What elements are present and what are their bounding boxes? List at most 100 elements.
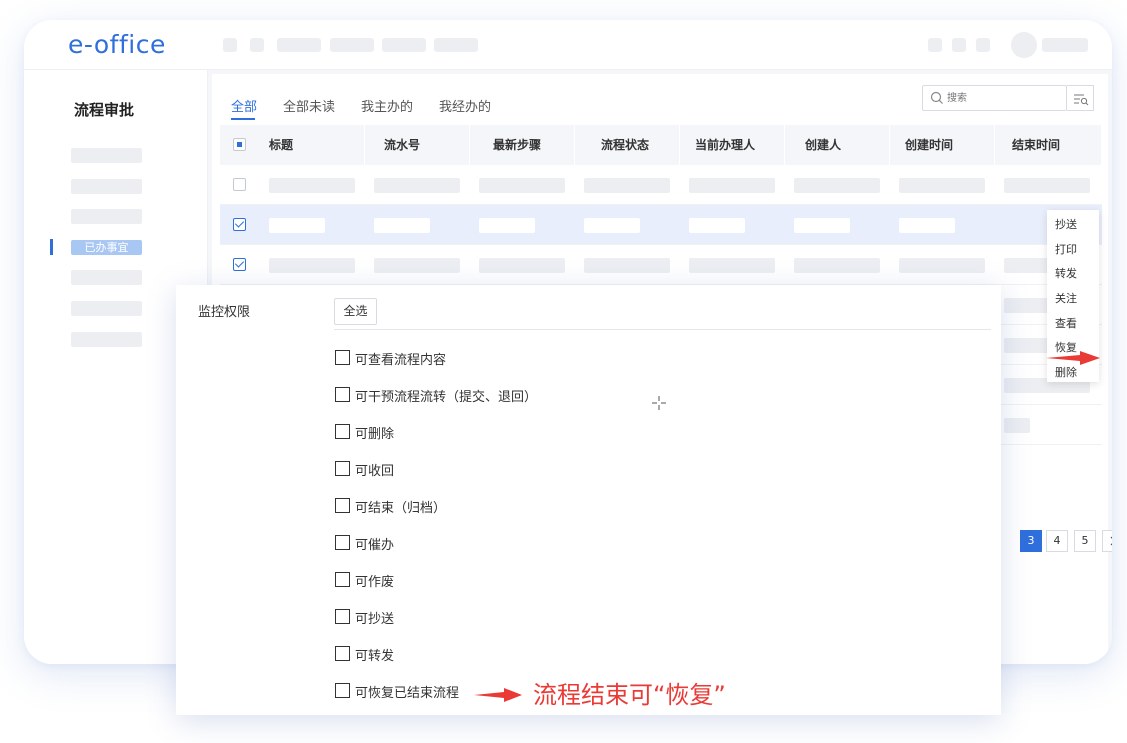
option-label: 可收回 — [355, 464, 395, 479]
nav-placeholder[interactable] — [382, 38, 426, 52]
column-header[interactable]: 创建人 — [785, 125, 890, 165]
option-checkbox[interactable] — [335, 683, 350, 698]
arrow-icon — [1046, 351, 1100, 365]
search-input[interactable] — [947, 89, 1057, 107]
cell — [584, 178, 670, 193]
divider — [334, 329, 991, 330]
cell — [794, 178, 880, 193]
select-all-button[interactable]: 全选 — [334, 298, 377, 325]
column-header[interactable]: 流程状态 — [575, 125, 680, 165]
top-bar: e-office — [24, 20, 1112, 70]
cell — [479, 258, 565, 273]
tab-unread[interactable]: 全部未读 — [283, 96, 335, 115]
cell — [479, 218, 535, 233]
sidebar-item[interactable] — [71, 179, 142, 194]
stage: e-office 流程审批 已办事宜 全部 全部未读 我主办的 我经办的 搜索 … — [0, 0, 1127, 743]
cell — [584, 258, 670, 273]
header-icon[interactable] — [976, 38, 990, 52]
cell — [689, 178, 775, 193]
tab-handled[interactable]: 我经办的 — [439, 96, 491, 115]
row-checkbox[interactable] — [233, 218, 246, 231]
cell — [584, 218, 640, 233]
cell — [1004, 418, 1030, 433]
option-label: 可恢复已结束流程 — [355, 686, 460, 701]
search-icon — [930, 91, 943, 104]
cell — [1004, 178, 1090, 193]
cell — [689, 258, 775, 273]
avatar[interactable] — [1011, 32, 1037, 58]
cell — [269, 258, 355, 273]
sidebar-item[interactable] — [71, 209, 142, 224]
column-header[interactable]: 结束时间 — [995, 125, 1102, 165]
tab-host[interactable]: 我主办的 — [361, 96, 413, 115]
option-checkbox[interactable] — [335, 461, 350, 476]
option-checkbox[interactable] — [335, 535, 350, 550]
app-logo: e-office — [68, 30, 166, 59]
header-icon[interactable] — [928, 38, 942, 52]
option-label: 可查看流程内容 — [355, 353, 447, 368]
menu-item-delete[interactable]: 删除 — [1055, 364, 1077, 380]
cell — [374, 258, 460, 273]
permission-dialog: 监控权限 全选 可查看流程内容 可干预流程流转（提交、退回） 可删除 可收回 可… — [176, 285, 1001, 715]
filter-button[interactable] — [1067, 85, 1094, 111]
option-label: 可催办 — [355, 538, 395, 553]
option-label: 可转发 — [355, 649, 395, 664]
column-header[interactable]: 最新步骤 — [470, 125, 575, 165]
sidebar-item[interactable] — [71, 332, 142, 347]
menu-item-view[interactable]: 查看 — [1055, 315, 1077, 331]
row-checkbox[interactable] — [233, 258, 246, 271]
option-checkbox[interactable] — [335, 498, 350, 513]
sidebar-active-indicator — [50, 239, 53, 255]
option-checkbox[interactable] — [335, 350, 350, 365]
option-label: 可结束（归档） — [355, 501, 447, 516]
nav-placeholder[interactable] — [330, 38, 374, 52]
tab-all[interactable]: 全部 — [231, 96, 257, 115]
option-checkbox[interactable] — [335, 424, 350, 439]
menu-item-forward[interactable]: 转发 — [1055, 265, 1077, 281]
menu-item-cc[interactable]: 抄送 — [1055, 216, 1077, 232]
nav-placeholder[interactable] — [434, 38, 478, 52]
search-box[interactable] — [922, 85, 1067, 111]
user-name-placeholder[interactable] — [1042, 38, 1088, 52]
option-checkbox[interactable] — [335, 387, 350, 402]
menu-item-print[interactable]: 打印 — [1055, 241, 1077, 257]
page-button-current[interactable]: 3 — [1020, 530, 1042, 552]
option-checkbox[interactable] — [335, 572, 350, 587]
next-page-button[interactable] — [1102, 530, 1112, 552]
column-header[interactable]: 标题 — [260, 125, 365, 165]
filter-icon — [1074, 94, 1089, 106]
option-label: 可作废 — [355, 575, 395, 590]
page-button[interactable]: 4 — [1046, 530, 1068, 552]
cell — [374, 218, 430, 233]
sidebar-item-done[interactable]: 已办事宜 — [71, 240, 142, 255]
cell — [899, 258, 985, 273]
table-row[interactable] — [220, 245, 1102, 285]
cell — [269, 218, 325, 233]
column-header[interactable]: 创建时间 — [890, 125, 995, 165]
column-header[interactable]: 流水号 — [365, 125, 470, 165]
nav-placeholder[interactable] — [223, 38, 237, 52]
cell — [269, 178, 355, 193]
nav-placeholder[interactable] — [277, 38, 321, 52]
cell — [689, 218, 745, 233]
column-header[interactable]: 当前办理人 — [680, 125, 785, 165]
option-checkbox[interactable] — [335, 646, 350, 661]
nav-placeholder[interactable] — [250, 38, 264, 52]
header-icon[interactable] — [952, 38, 966, 52]
sidebar-item[interactable] — [71, 270, 142, 285]
sidebar-item[interactable] — [71, 301, 142, 316]
option-checkbox[interactable] — [335, 609, 350, 624]
page-button[interactable]: 5 — [1074, 530, 1096, 552]
select-all-checkbox[interactable] — [233, 138, 246, 151]
sidebar-item[interactable] — [71, 148, 142, 163]
menu-item-follow[interactable]: 关注 — [1055, 290, 1077, 306]
arrow-icon — [474, 688, 522, 702]
table-header: 标题 流水号 最新步骤 流程状态 当前办理人 创建人 创建时间 结束时间 — [220, 125, 1102, 165]
cell — [794, 218, 850, 233]
row-checkbox[interactable] — [233, 178, 246, 191]
cell — [374, 178, 460, 193]
cell — [479, 178, 565, 193]
table-row[interactable] — [220, 205, 1102, 245]
table-row[interactable] — [220, 165, 1102, 205]
sidebar-title: 流程审批 — [74, 101, 135, 119]
